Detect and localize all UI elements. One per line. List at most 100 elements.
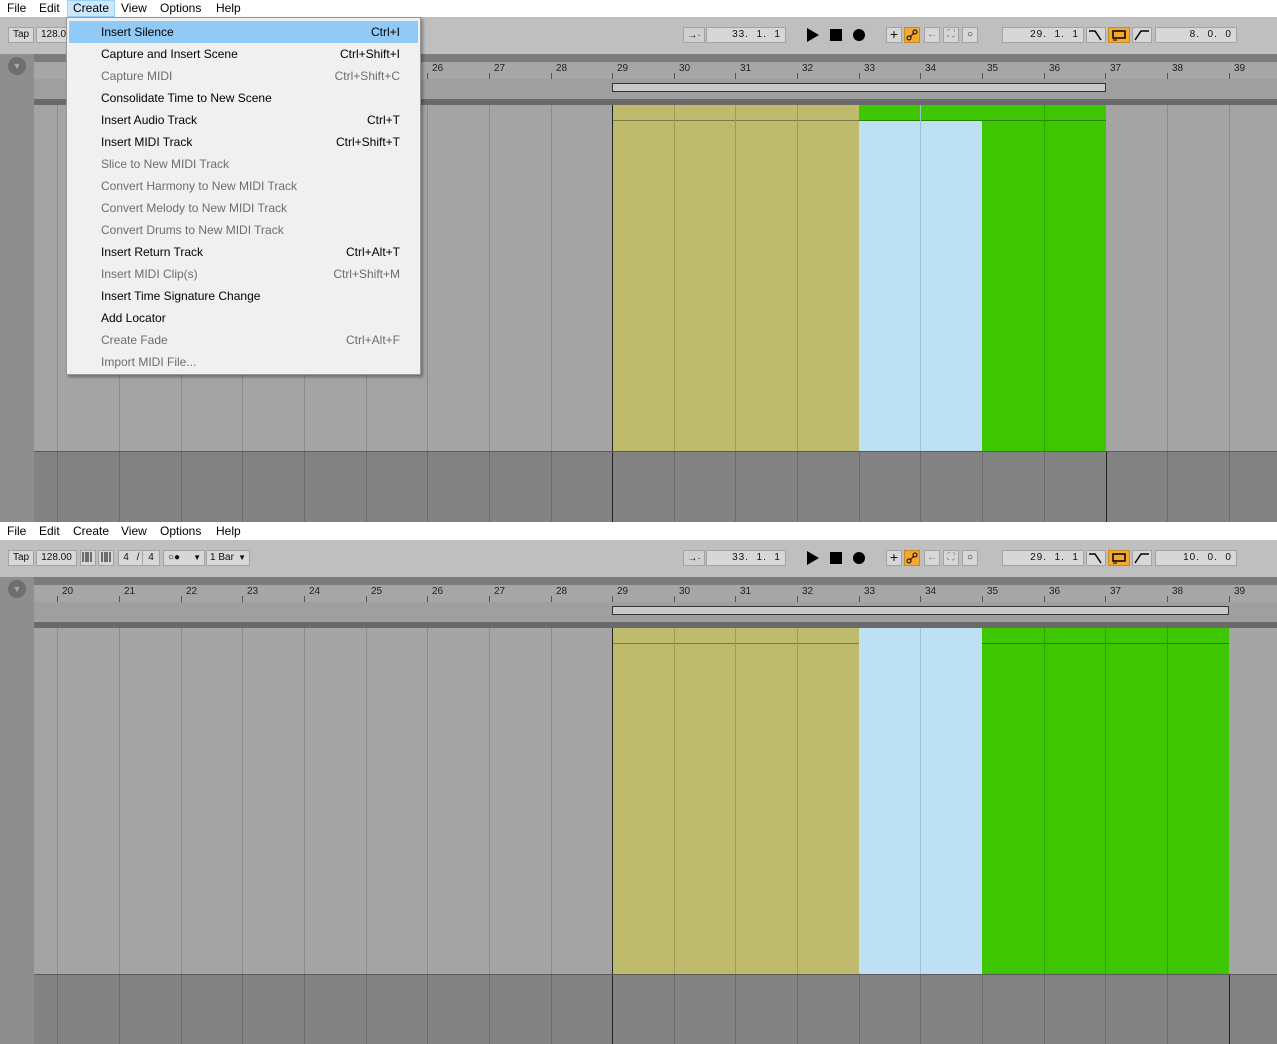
menu-edit[interactable]: Edit [34, 0, 65, 17]
automation-arm-icon[interactable] [904, 550, 920, 566]
bar-number: 31 [740, 586, 752, 597]
bar-number: 24 [309, 586, 321, 597]
loop-brace[interactable] [612, 606, 1229, 615]
menu-item-create-fade[interactable]: Create Fade Ctrl+Alt+F [69, 329, 418, 351]
loop-length-field[interactable]: 10. 0. 0 [1155, 550, 1237, 566]
bar-number: 21 [124, 586, 136, 597]
loop-switch-icon[interactable] [1108, 550, 1130, 566]
menu-bar: File Edit Create View Options Help [0, 0, 1277, 17]
loop-start-field[interactable]: 29. 1. 1 [1002, 27, 1084, 43]
tempo-field[interactable]: 128.0 [36, 27, 70, 43]
clip-light-blue[interactable] [859, 628, 982, 974]
menu-item-slice-to-midi[interactable]: Slice to New MIDI Track [69, 153, 418, 175]
bar-number: 33 [864, 63, 876, 74]
session-record-icon[interactable]: ○ [962, 550, 978, 566]
bar-number: 31 [740, 63, 752, 74]
menu-item-convert-harmony[interactable]: Convert Harmony to New MIDI Track [69, 175, 418, 197]
menu-help[interactable]: Help [211, 0, 246, 17]
menu-view[interactable]: View [116, 0, 152, 17]
menu-create[interactable]: Create [68, 523, 114, 540]
nudge-down-icon[interactable] [80, 550, 96, 566]
menu-file[interactable]: File [2, 523, 31, 540]
session-record-icon[interactable]: ○ [962, 27, 978, 43]
fold-icon[interactable]: ▼ [8, 57, 26, 75]
audio-track-lane[interactable] [34, 628, 1277, 974]
punch-out-icon[interactable] [1132, 550, 1152, 566]
bar-number: 34 [925, 586, 937, 597]
overdub-plus-icon[interactable]: + [886, 27, 902, 43]
time-sig-denominator[interactable]: 4 [142, 550, 160, 566]
bar-number: 29 [617, 586, 629, 597]
clip-green[interactable] [982, 628, 1229, 974]
bar-number: 26 [432, 586, 444, 597]
tempo-field[interactable]: 128.00 [36, 550, 77, 566]
loop-length-field[interactable]: 8. 0. 0 [1155, 27, 1237, 43]
follow-icon[interactable]: →· [683, 550, 705, 566]
clip-green[interactable] [982, 105, 1106, 451]
capture-icon[interactable]: ⛶ [943, 550, 959, 566]
back-to-arrangement-icon[interactable]: ← [924, 27, 940, 43]
loop-switch-icon[interactable] [1108, 27, 1130, 43]
nudge-up-icon[interactable] [98, 550, 114, 566]
arrangement-position[interactable]: 33. 1. 1 [706, 550, 786, 566]
fold-icon[interactable]: ▼ [8, 580, 26, 598]
follow-icon[interactable]: →· [683, 27, 705, 43]
clip-olive[interactable] [612, 628, 859, 974]
bar-number: 28 [556, 586, 568, 597]
menu-create[interactable]: Create [67, 0, 116, 17]
menu-item-insert-time-signature[interactable]: Insert Time Signature Change [69, 285, 418, 307]
menu-item-insert-return-track[interactable]: Insert Return Track Ctrl+Alt+T [69, 241, 418, 263]
play-icon[interactable] [804, 550, 820, 566]
menu-help[interactable]: Help [211, 523, 246, 540]
time-sig-numerator[interactable]: 4 [118, 550, 134, 566]
record-icon[interactable] [851, 27, 867, 43]
arrangement-position[interactable]: 33. 1. 1 [706, 27, 786, 43]
menu-options[interactable]: Options [155, 0, 206, 17]
lower-track-lane[interactable] [34, 451, 1277, 522]
menu-item-convert-melody[interactable]: Convert Melody to New MIDI Track [69, 197, 418, 219]
menu-item-add-locator[interactable]: Add Locator [69, 307, 418, 329]
menu-item-insert-midi-clips[interactable]: Insert MIDI Clip(s) Ctrl+Shift+M [69, 263, 418, 285]
menu-item-convert-drums[interactable]: Convert Drums to New MIDI Track [69, 219, 418, 241]
metronome-button[interactable]: ○● ▼ [163, 550, 205, 566]
menu-view[interactable]: View [116, 523, 152, 540]
record-icon[interactable] [851, 550, 867, 566]
beat-ruler[interactable]: 20 21 22 23 24 25 26 27 28 29 30 31 32 3… [34, 585, 1277, 602]
stop-icon[interactable] [828, 27, 844, 43]
menu-item-capture-midi[interactable]: Capture MIDI Ctrl+Shift+C [69, 65, 418, 87]
menu-item-insert-midi-track[interactable]: Insert MIDI Track Ctrl+Shift+T [69, 131, 418, 153]
stop-icon[interactable] [828, 550, 844, 566]
punch-in-icon[interactable] [1086, 27, 1106, 43]
tap-button[interactable]: Tap [8, 550, 34, 566]
punch-in-icon[interactable] [1086, 550, 1106, 566]
tap-button[interactable]: Tap [8, 27, 34, 43]
menu-file[interactable]: File [2, 0, 31, 17]
clip-light-blue[interactable] [859, 105, 982, 451]
bar-number: 37 [1110, 586, 1122, 597]
loop-lane[interactable] [34, 602, 1277, 622]
play-icon[interactable] [804, 27, 820, 43]
metronome-icon: ○● [168, 552, 181, 563]
menu-item-insert-audio-track[interactable]: Insert Audio Track Ctrl+T [69, 109, 418, 131]
bar-number: 32 [802, 63, 814, 74]
bar-number: 36 [1049, 586, 1061, 597]
menu-item-import-midi[interactable]: Import MIDI File... [69, 351, 418, 373]
loop-start-field[interactable]: 29. 1. 1 [1002, 550, 1084, 566]
punch-out-icon[interactable] [1132, 27, 1152, 43]
menu-options[interactable]: Options [155, 523, 206, 540]
loop-brace[interactable] [612, 83, 1106, 92]
automation-arm-icon[interactable] [904, 27, 920, 43]
clip-olive[interactable] [612, 105, 859, 451]
menu-edit[interactable]: Edit [34, 523, 65, 540]
quantization-menu[interactable]: 1 Bar ▼ [206, 550, 250, 566]
left-strip: ▼ [0, 577, 34, 1044]
menu-item-insert-silence[interactable]: Insert Silence Ctrl+I [69, 21, 418, 43]
menu-item-consolidate-time[interactable]: Consolidate Time to New Scene [69, 87, 418, 109]
overdub-plus-icon[interactable]: + [886, 550, 902, 566]
bar-number: 27 [494, 586, 506, 597]
lower-track-lane[interactable] [34, 974, 1277, 1044]
bar-number: 29 [617, 63, 629, 74]
back-to-arrangement-icon[interactable]: ← [924, 550, 940, 566]
capture-icon[interactable]: ⛶ [943, 27, 959, 43]
menu-item-capture-insert-scene[interactable]: Capture and Insert Scene Ctrl+Shift+I [69, 43, 418, 65]
